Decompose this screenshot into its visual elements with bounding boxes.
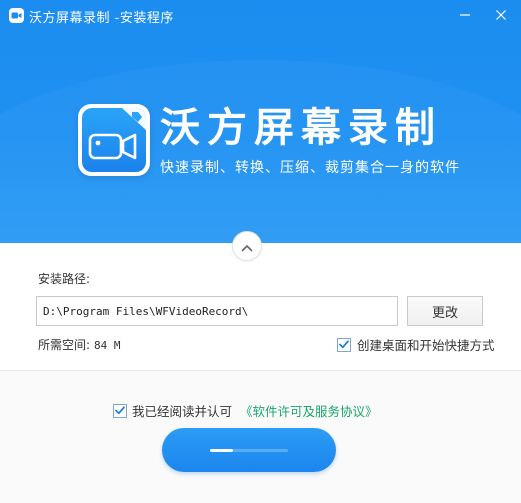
video-camera-logo-icon xyxy=(88,108,146,160)
license-agreement[interactable]: 我已经阅读并认可 《软件许可及服务协议》 xyxy=(113,401,378,420)
close-icon xyxy=(495,6,507,25)
window-title: 沃方屏幕录制 -安装程序 xyxy=(29,11,174,26)
required-space-value: 84 M xyxy=(94,339,121,352)
install-path-input[interactable] xyxy=(36,296,398,326)
app-logo xyxy=(78,104,150,176)
install-progress-bar xyxy=(210,449,288,452)
video-camera-icon xyxy=(9,8,24,23)
header-banner: 沃方屏幕录制 -安装程序 沃方屏幕录制 快速录制、转换、压缩、裁剪集合一身的软件 xyxy=(0,0,521,243)
collapse-button[interactable] xyxy=(232,231,262,261)
required-space: 所需空间: 84 M xyxy=(38,336,121,353)
shortcut-checkbox[interactable] xyxy=(337,337,351,352)
brand-tagline: 快速录制、转换、压缩、裁剪集合一身的软件 xyxy=(160,160,460,176)
brand-name: 沃方屏幕录制 xyxy=(160,105,442,151)
chevron-up-icon xyxy=(241,237,253,256)
change-path-button[interactable]: 更改 xyxy=(407,296,483,326)
agreement-checkbox[interactable] xyxy=(113,403,127,418)
app-logo-background xyxy=(82,108,146,172)
required-space-label: 所需空间: xyxy=(38,338,91,352)
check-icon xyxy=(115,406,125,415)
agreement-label: 我已经阅读并认可 xyxy=(132,404,233,419)
shortcut-option[interactable]: 创建桌面和开始快捷方式 xyxy=(337,335,495,354)
minimize-icon xyxy=(459,6,471,25)
minimize-button[interactable] xyxy=(452,4,478,26)
shortcut-label: 创建桌面和开始快捷方式 xyxy=(357,338,495,353)
license-link[interactable]: 《软件许可及服务协议》 xyxy=(240,401,378,420)
install-progress-fill xyxy=(210,449,234,452)
title-bar[interactable]: 沃方屏幕录制 -安装程序 xyxy=(0,0,521,32)
installer-window: 沃方屏幕录制 -安装程序 沃方屏幕录制 快速录制、转换、压缩、裁剪集合一身的软件… xyxy=(0,0,521,503)
install-path-label: 安装路径: xyxy=(38,272,91,286)
check-icon xyxy=(339,340,349,349)
install-button[interactable] xyxy=(162,428,336,472)
close-button[interactable] xyxy=(488,4,514,26)
